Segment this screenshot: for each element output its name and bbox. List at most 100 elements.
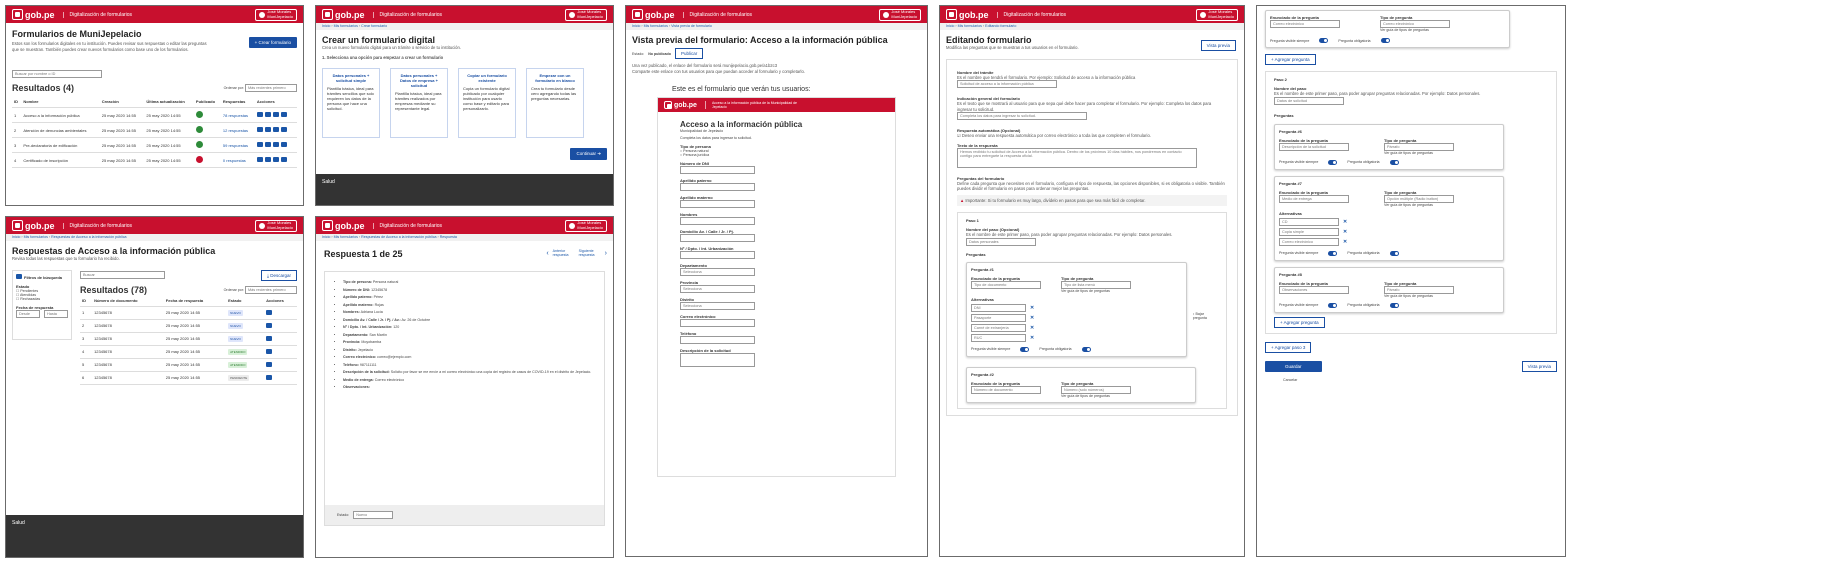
- create-form-button[interactable]: + Crear formulario: [248, 37, 297, 48]
- indication-input[interactable]: Completa los datos para ingresar tu soli…: [957, 112, 1087, 120]
- template-card[interactable]: Datos personales + solicitud simple Plant…: [322, 68, 380, 138]
- required-toggle[interactable]: [1389, 159, 1399, 165]
- order-select[interactable]: Más recientes primero: [245, 84, 297, 92]
- visible-toggle[interactable]: [1020, 346, 1030, 352]
- remove-icon[interactable]: ✕: [1343, 239, 1347, 245]
- gobpe-logo[interactable]: gob.pe: [322, 220, 365, 231]
- remove-icon[interactable]: ✕: [1030, 325, 1034, 331]
- question-type-select[interactable]: Párrafo: [1384, 285, 1454, 294]
- field-input[interactable]: [680, 319, 755, 327]
- response-item: Nº / Dpto. / Int. Urbanización: 120: [343, 325, 592, 330]
- publish-button[interactable]: Publicar: [674, 48, 704, 59]
- view-icon[interactable]: [266, 322, 273, 328]
- search-input[interactable]: Buscar por nombre o ID: [12, 70, 102, 78]
- delete-icon[interactable]: [280, 112, 287, 117]
- continue-button[interactable]: Continuar ➜: [570, 148, 607, 160]
- cancel-link[interactable]: Cancelar: [1283, 378, 1557, 382]
- field-input[interactable]: Selecciona: [680, 268, 755, 276]
- field-input[interactable]: [680, 353, 755, 367]
- field-input[interactable]: [680, 166, 755, 174]
- view-icon[interactable]: [266, 335, 273, 341]
- copy-icon[interactable]: [272, 112, 279, 117]
- required-toggle[interactable]: [1389, 250, 1399, 256]
- column-header: Nombre: [21, 96, 100, 108]
- template-card[interactable]: Datos personales + Datos de empresa + so…: [390, 68, 448, 138]
- user-menu[interactable]: José Morales MuniJepelacio: [255, 219, 297, 232]
- search-input[interactable]: Buscar: [80, 271, 165, 279]
- view-icon[interactable]: [266, 361, 273, 367]
- column-header: Creación: [99, 96, 145, 108]
- table-row: 4 12345678 25 may 2020 14:55 ATENDIDO: [80, 345, 297, 359]
- delete-icon[interactable]: [280, 127, 287, 132]
- required-toggle[interactable]: [1389, 302, 1399, 308]
- preview-button[interactable]: Vista previa: [1200, 40, 1236, 51]
- answers-link[interactable]: 12 respuestas: [220, 122, 255, 138]
- screen-edit-form: gob.pe Digitalización de formularios José …: [939, 5, 1245, 557]
- visible-toggle[interactable]: [1328, 302, 1338, 308]
- remove-icon[interactable]: ✕: [1030, 315, 1034, 321]
- user-menu[interactable]: José Morales MuniJepelacio: [255, 8, 297, 21]
- add-question-button[interactable]: + Agregar pregunta: [1265, 54, 1316, 65]
- view-icon[interactable]: [266, 309, 273, 315]
- view-icon[interactable]: [256, 157, 263, 162]
- field-input[interactable]: [680, 200, 755, 208]
- response-item: Número de DNI: 12345678: [343, 288, 592, 293]
- answers-link[interactable]: 78 respuestas: [220, 107, 255, 123]
- question-type-select[interactable]: Párrafo: [1384, 142, 1454, 151]
- edit-icon[interactable]: [264, 142, 271, 147]
- delete-icon[interactable]: [280, 157, 287, 162]
- visible-toggle[interactable]: [1328, 250, 1338, 256]
- remove-icon[interactable]: ✕: [1030, 335, 1034, 341]
- view-icon[interactable]: [256, 142, 263, 147]
- answers-link[interactable]: 59 respuestas: [220, 137, 255, 153]
- state-select[interactable]: Nuevo: [353, 511, 394, 519]
- field-input[interactable]: [680, 234, 755, 242]
- field-input[interactable]: [680, 183, 755, 191]
- copy-icon[interactable]: [272, 142, 279, 147]
- remove-icon[interactable]: ✕: [1343, 219, 1347, 225]
- gobpe-logo[interactable]: gob.pe: [12, 220, 55, 231]
- edit-icon[interactable]: [264, 157, 271, 162]
- add-question-button[interactable]: + Agregar pregunta: [1274, 316, 1325, 328]
- save-button[interactable]: Guardar: [1265, 360, 1322, 372]
- prev-response-link[interactable]: Anterior respuesta: [553, 249, 575, 257]
- field-input[interactable]: [680, 336, 755, 344]
- gobpe-logo[interactable]: gob.pe: [632, 9, 675, 20]
- view-icon[interactable]: [266, 348, 273, 354]
- template-card[interactable]: Empezar con un formulario en blanco Crea …: [526, 68, 584, 138]
- required-toggle[interactable]: [1081, 346, 1091, 352]
- add-step-button[interactable]: + Agregar paso 3: [1265, 341, 1312, 353]
- auto-reply-textarea[interactable]: Hemos recibido tu solicitud de Acceso a …: [957, 147, 1197, 168]
- remove-icon[interactable]: ✕: [1030, 305, 1034, 311]
- field-input[interactable]: [680, 217, 755, 225]
- user-menu[interactable]: José Morales MuniJepelacio: [1196, 8, 1238, 21]
- user-menu[interactable]: José Morales MuniJepelacio: [565, 219, 607, 232]
- copy-icon[interactable]: [272, 157, 279, 162]
- field-input[interactable]: [680, 251, 755, 259]
- edit-icon[interactable]: [264, 112, 271, 117]
- preview-button[interactable]: Vista previa: [1521, 360, 1557, 372]
- field-input[interactable]: Selecciona: [680, 285, 755, 293]
- user-menu[interactable]: José Morales MuniJepelacio: [565, 8, 607, 21]
- question-type-select[interactable]: Tipo de lista menú: [1061, 280, 1131, 289]
- user-menu[interactable]: José Morales MuniJepelacio: [879, 8, 921, 21]
- name-input[interactable]: Solicitud de acceso a la información púb…: [957, 80, 1057, 88]
- next-response-link[interactable]: Siguiente respuesta: [579, 249, 601, 257]
- delete-icon[interactable]: [280, 142, 287, 147]
- field-input[interactable]: Selecciona: [680, 302, 755, 310]
- view-icon[interactable]: [266, 374, 273, 380]
- gobpe-logo[interactable]: gob.pe: [12, 9, 55, 20]
- gobpe-logo[interactable]: gob.pe: [322, 9, 365, 20]
- status-badge: NUEVO: [228, 322, 243, 329]
- question-type-select[interactable]: Opción múltiple (Radio button): [1384, 194, 1454, 203]
- answers-link[interactable]: 0 respuestas: [220, 152, 255, 168]
- template-card[interactable]: Copiar un formulario existente Copia un f…: [458, 68, 516, 138]
- edit-icon[interactable]: [264, 127, 271, 132]
- gobpe-logo[interactable]: gob.pe: [946, 9, 989, 20]
- remove-icon[interactable]: ✕: [1343, 229, 1347, 235]
- view-icon[interactable]: [256, 127, 263, 132]
- copy-icon[interactable]: [272, 127, 279, 132]
- visible-toggle[interactable]: [1328, 159, 1338, 165]
- view-icon[interactable]: [256, 112, 263, 117]
- download-button[interactable]: ⤓ Descargar: [260, 269, 297, 281]
